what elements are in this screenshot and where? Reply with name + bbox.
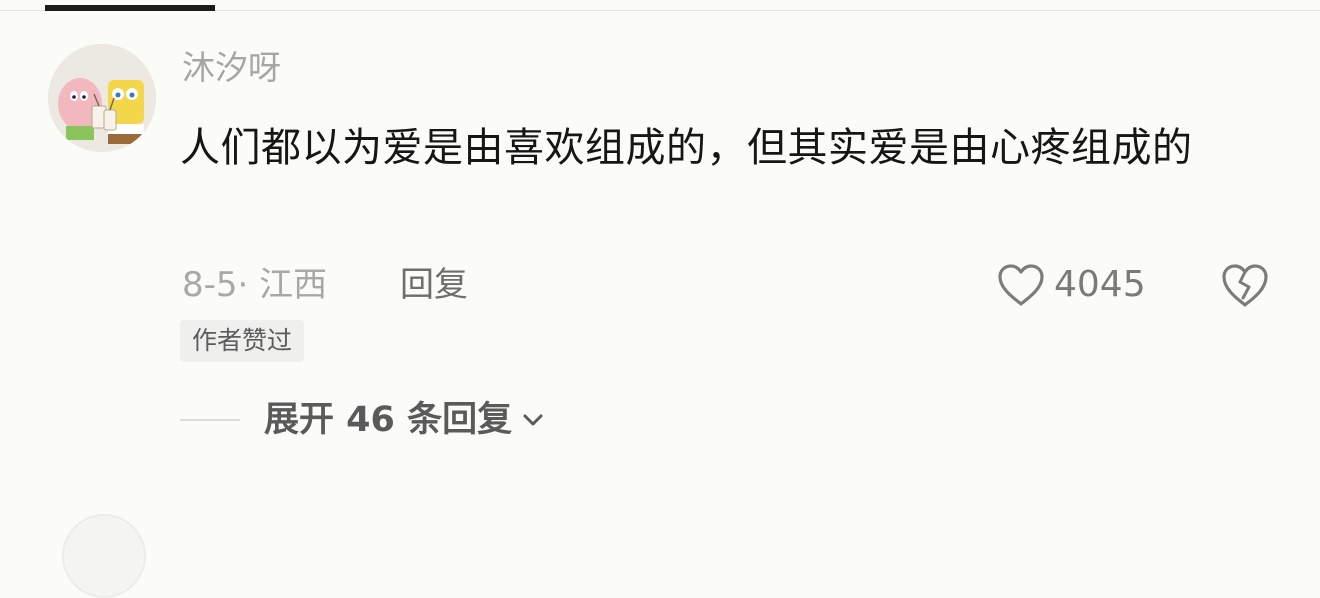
heart-outline-icon (998, 264, 1044, 306)
chevron-down-icon (523, 414, 543, 426)
dislike-button[interactable] (1220, 260, 1270, 310)
like-button[interactable]: 4045 (996, 260, 1146, 310)
author-liked-badge: 作者赞过 (180, 320, 305, 362)
avatar[interactable] (48, 44, 156, 152)
avatar-illustration (48, 44, 156, 152)
reply-button[interactable]: 回复 (400, 264, 468, 306)
comment-username[interactable]: 沐汐呀 (182, 48, 281, 88)
next-comment-avatar[interactable] (62, 514, 146, 598)
expand-replies-label: 展开 46 条回复 (264, 400, 513, 440)
active-tab-indicator (45, 5, 215, 11)
comment-text: 人们都以为爱是由喜欢组成的，但其实爱是由心疼组成的 (180, 125, 1193, 171)
broken-heart-icon (1222, 264, 1268, 307)
expand-replies-button[interactable]: 展开 46 条回复 (180, 396, 546, 444)
comment-meta: 8-5· 江西 (182, 265, 328, 305)
expand-divider (180, 419, 240, 421)
like-count: 4045 (1054, 264, 1146, 305)
